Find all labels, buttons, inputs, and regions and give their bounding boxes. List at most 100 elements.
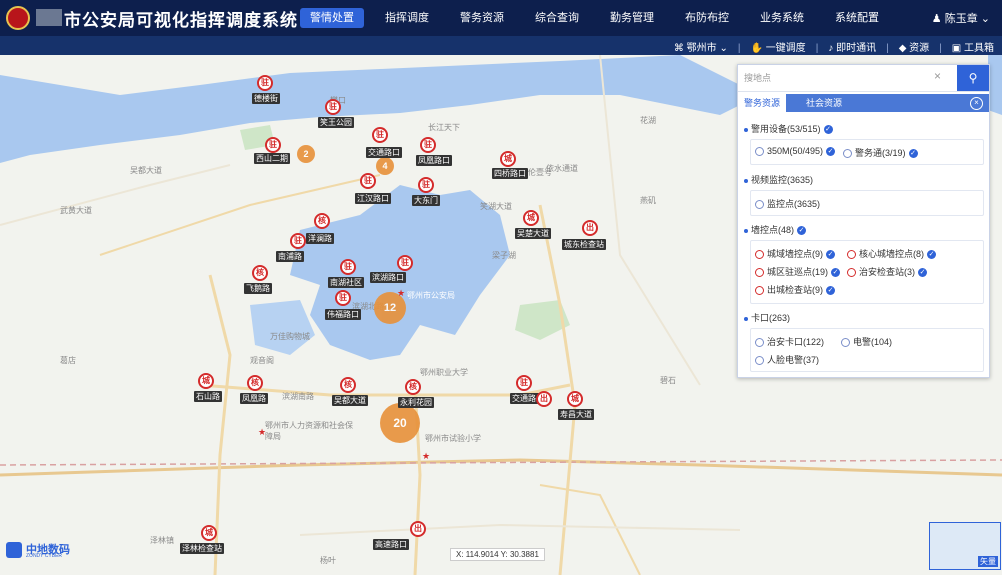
map-marker[interactable]: 核: [247, 375, 263, 391]
resource-item[interactable]: 电警(104): [841, 335, 892, 348]
region-select[interactable]: ⌘ 鄂州市 ⌄ |: [674, 39, 741, 54]
map-toolbar: ⌘ 鄂州市 ⌄ | ✋ 一键调度 | ♪ 即时通讯 | ◆ 资源 | ▣ 工具箱: [0, 36, 1002, 55]
map-marker[interactable]: 出: [582, 220, 598, 236]
nav-tab-business[interactable]: 业务系统: [750, 8, 814, 28]
marker-label: 南浦路: [276, 251, 304, 262]
map-marker[interactable]: 驻: [265, 137, 281, 153]
resource-item[interactable]: 治安卡口(122): [755, 335, 824, 348]
map-marker[interactable]: 城: [523, 210, 539, 226]
brand-logo: 中地数码 ZONDY CYBER: [6, 540, 86, 562]
road-g106: [539, 484, 641, 575]
map-marker[interactable]: 出: [536, 391, 552, 407]
search-button[interactable]: ⚲: [957, 65, 989, 91]
marker-label: 寿昌大道: [558, 409, 594, 420]
map-marker[interactable]: 驻: [397, 255, 413, 271]
cluster-marker[interactable]: 2: [297, 145, 315, 163]
resource-item[interactable]: 监控点(3635): [755, 197, 820, 210]
map-marker[interactable]: 出: [410, 521, 426, 537]
close-icon[interactable]: ×: [970, 97, 983, 110]
nav-tab-deployment[interactable]: 布防布控: [675, 8, 739, 28]
minimap-label: 矢量: [978, 556, 998, 567]
map-marker[interactable]: 核: [340, 377, 356, 393]
cluster-marker[interactable]: 4: [376, 157, 394, 175]
check-icon: ✓: [797, 226, 807, 236]
nav-tab-dispatch[interactable]: 指挥调度: [375, 8, 439, 28]
nav-tab-query[interactable]: 综合查询: [525, 8, 589, 28]
map-marker[interactable]: 驻: [335, 290, 351, 306]
map-marker[interactable]: 驻: [372, 127, 388, 143]
map-marker[interactable]: 城: [567, 391, 583, 407]
radio-icon: [755, 147, 764, 157]
place-label: 依水通道: [546, 164, 578, 173]
cluster-marker[interactable]: 20: [380, 403, 420, 443]
resources-button[interactable]: ◆ 资源 |: [899, 39, 942, 54]
map-marker[interactable]: 驻: [340, 259, 356, 275]
place-label: 泽林镇: [150, 536, 174, 545]
traffic-camera-icon: [841, 338, 850, 348]
map-marker[interactable]: 驻: [420, 137, 436, 153]
tab-police-resources[interactable]: 警务资源: [738, 94, 787, 112]
section-box: 城域墙控点(9) ✓ 核心城墙控点(8) ✓ 城区驻巡点(19) ✓ 治安检查站(3)…: [750, 240, 984, 304]
marker-label: 德楼街: [252, 93, 280, 104]
map-marker[interactable]: 驻: [360, 173, 376, 189]
nav-tab-config[interactable]: 系统配置: [825, 8, 889, 28]
section-title[interactable]: 卡口(263): [744, 311, 790, 324]
map-marker[interactable]: 驻: [290, 233, 306, 249]
resource-item[interactable]: 治安检查站(3) ✓: [847, 265, 927, 278]
resource-item[interactable]: 城区驻巡点(19) ✓: [755, 265, 841, 278]
close-icon[interactable]: ×: [934, 69, 941, 83]
nav-tab-duty[interactable]: 勤务管理: [600, 8, 664, 28]
place-label: 梁子湖: [492, 251, 516, 260]
marker-label: 南湖社区: [328, 277, 364, 288]
search-input[interactable]: 搜地点: [744, 70, 924, 86]
tab-social-resources[interactable]: 社会资源: [800, 94, 848, 112]
map-marker[interactable]: 驻: [418, 177, 434, 193]
map-marker[interactable]: 驻: [325, 99, 341, 115]
minimap-toggle[interactable]: 矢量: [929, 522, 1001, 570]
police-station-icon[interactable]: ★: [258, 427, 266, 438]
check-icon: ✓: [908, 149, 918, 159]
resource-item[interactable]: 350M(50/495) ✓: [755, 146, 836, 157]
nav-tab-resources[interactable]: 警务资源: [450, 8, 514, 28]
brand-mark-icon: [6, 542, 22, 558]
resource-item[interactable]: 核心城墙控点(8) ✓: [847, 247, 936, 260]
instant-message-button[interactable]: ♪ 即时通讯 |: [828, 39, 888, 54]
map-marker[interactable]: 核: [405, 379, 421, 395]
map-marker[interactable]: 核: [314, 213, 330, 229]
map-marker[interactable]: 城: [201, 525, 217, 541]
chevron-down-icon: ⌄: [716, 43, 728, 54]
section-title[interactable]: 视频监控(3635): [744, 173, 813, 186]
section-title[interactable]: 墙控点(48) ✓: [744, 223, 807, 236]
map-marker[interactable]: 城: [198, 373, 214, 389]
marker-label: 四桥路口: [492, 168, 528, 179]
resource-item[interactable]: 城域墙控点(9) ✓: [755, 247, 835, 260]
search-icon: ⚲: [968, 71, 978, 85]
resource-item[interactable]: 人脸电警(37): [755, 353, 819, 366]
user-menu[interactable]: ♟ 陈玉章 ⌄: [932, 10, 990, 26]
marker-label: 西山二期: [254, 153, 290, 164]
section-title[interactable]: 警用设备(53/515) ✓: [744, 122, 833, 135]
map-marker[interactable]: 城: [500, 151, 516, 167]
coordinate-readout: X: 114.9014 Y: 30.3881: [450, 548, 545, 561]
place-label: 观音阁: [250, 356, 274, 365]
marker-label: 交通路口: [366, 147, 402, 158]
resource-item[interactable]: 警务通(3/19) ✓: [843, 146, 918, 159]
map-marker[interactable]: 核: [252, 265, 268, 281]
police-station-icon[interactable]: ★: [397, 288, 405, 299]
lake-west: [250, 300, 315, 355]
phone-icon: [843, 149, 852, 159]
check-icon: ✓: [927, 250, 936, 260]
bell-icon: ♪: [828, 43, 837, 54]
place-label: 葛店: [60, 356, 76, 365]
resource-item[interactable]: 出城检查站(9) ✓: [755, 283, 835, 296]
map-marker[interactable]: 驻: [257, 75, 273, 91]
marker-label: 江汉路口: [355, 193, 391, 204]
toolbox-button[interactable]: ▣ 工具箱: [952, 39, 994, 54]
marker-label: 凤凰路口: [416, 155, 452, 166]
one-click-dispatch-button[interactable]: ✋ 一键调度 |: [750, 39, 818, 54]
map-marker[interactable]: 驻: [516, 375, 532, 391]
road-x: [0, 164, 231, 226]
place-label: 笑湖大道: [480, 202, 512, 211]
police-station-icon[interactable]: ★: [422, 451, 430, 462]
nav-tab-incident[interactable]: 警情处置: [300, 8, 364, 28]
